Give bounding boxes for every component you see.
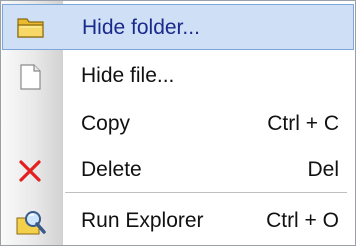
menu-item-label: Run Explorer	[81, 209, 204, 232]
menu-item-copy[interactable]: Copy Ctrl + C	[1, 101, 355, 147]
menu-item-delete[interactable]: Delete Del	[1, 147, 355, 193]
menu-item-hide-file[interactable]: Hide file...	[1, 53, 355, 99]
context-menu: Hide folder... Hide file... Copy Ctrl + …	[0, 0, 356, 246]
folder-icon	[2, 4, 64, 50]
menu-item-hide-folder[interactable]: Hide folder...	[2, 4, 354, 50]
file-icon	[1, 53, 63, 99]
copy-icon-placeholder	[1, 101, 63, 147]
menu-item-shortcut: Ctrl + O	[266, 209, 339, 232]
menu-item-shortcut: Ctrl + C	[267, 112, 339, 135]
menu-item-shortcut: Del	[307, 158, 339, 181]
menu-separator	[65, 192, 347, 194]
menu-item-run-explorer[interactable]: Run Explorer Ctrl + O	[1, 198, 355, 244]
menu-item-label: Copy	[81, 112, 131, 135]
menu-item-label: Delete	[81, 158, 142, 181]
explorer-magnifier-icon	[1, 198, 63, 244]
delete-x-icon	[1, 147, 63, 193]
menu-item-label: Hide folder...	[82, 16, 200, 39]
menu-item-label: Hide file...	[81, 64, 175, 87]
